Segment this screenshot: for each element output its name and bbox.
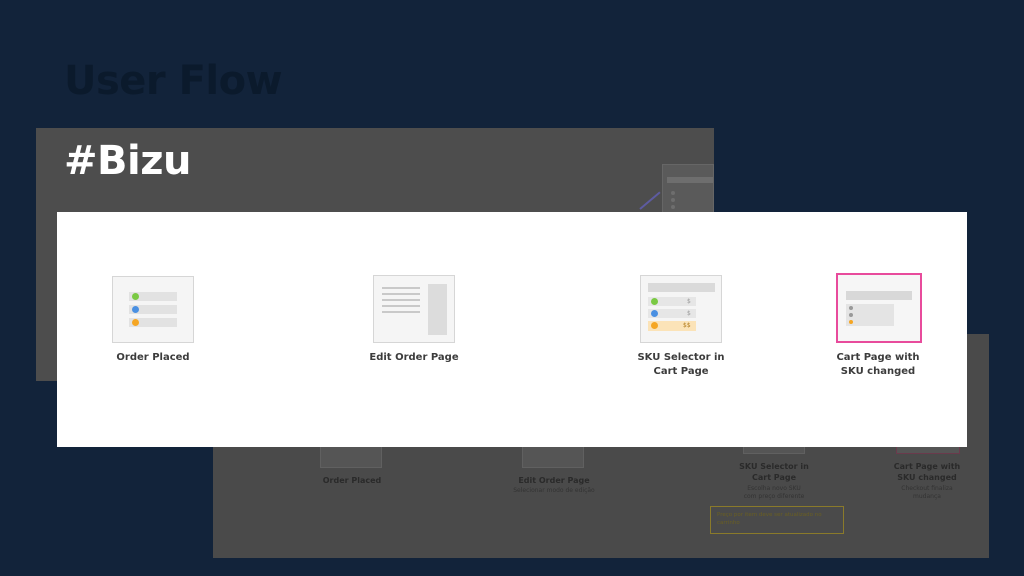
text-line xyxy=(382,287,420,289)
green-sku-dot xyxy=(651,298,658,305)
cart-items-block xyxy=(846,304,894,326)
back-note: Preço por item deve ser atualizado no ca… xyxy=(710,506,844,534)
header-bar xyxy=(846,291,912,300)
edit-order-label: Edit Order Page xyxy=(369,352,459,363)
mid-thumb-dot xyxy=(671,198,675,202)
hashtag-title: #Bizu xyxy=(64,138,191,184)
cart-page-changed-label: Cart Page with SKU changed xyxy=(836,352,920,377)
blue-sku-dot xyxy=(651,310,658,317)
sku-price: $ xyxy=(687,298,691,305)
text-line xyxy=(382,299,420,301)
flow-panel: Order Placed Edit Order Page $ $ $$ SKU … xyxy=(57,212,967,447)
order-placed-label: Order Placed xyxy=(116,352,190,363)
back-sub-edit-order: Selecionar modo de edição xyxy=(513,487,595,494)
back-label-edit-order: Edit Order Page xyxy=(518,476,590,485)
text-line xyxy=(382,305,420,307)
green-status-dot xyxy=(132,293,139,300)
side-panel xyxy=(428,284,447,335)
cart-page-changed-thumbnail xyxy=(836,273,922,343)
back-label-sku-selector: SKU Selector in Cart Page xyxy=(739,462,809,482)
sku-selector-thumbnail: $ $ $$ xyxy=(640,275,722,343)
sku-selector-label: SKU Selector in Cart Page xyxy=(637,352,725,377)
back-sub-cart-changed: Checkout finaliza mudança xyxy=(901,485,953,500)
header-bar xyxy=(648,283,715,292)
cart-item-dot-changed xyxy=(849,320,853,324)
mid-thumb-dot xyxy=(671,191,675,195)
slide-title: User Flow xyxy=(64,58,283,104)
sku-price: $ xyxy=(687,310,691,317)
mid-thumb-bar xyxy=(667,177,713,183)
orange-sku-dot xyxy=(651,322,658,329)
blue-status-dot xyxy=(132,306,139,313)
back-sub-sku-selector: Escolha novo SKU com preço diferente xyxy=(743,485,805,500)
sku-price-selected: $$ xyxy=(683,322,691,329)
cart-item-dot xyxy=(849,313,853,317)
orange-status-dot xyxy=(132,319,139,326)
cart-item-dot xyxy=(849,306,853,310)
order-placed-thumbnail xyxy=(112,276,194,343)
mid-thumb xyxy=(662,164,714,214)
back-label-order-placed: Order Placed xyxy=(322,476,382,485)
edit-order-thumbnail xyxy=(373,275,455,343)
text-line xyxy=(382,293,420,295)
back-label-cart-changed: Cart Page with SKU changed xyxy=(893,462,961,482)
mid-thumb-dot xyxy=(671,205,675,209)
text-line xyxy=(382,311,420,313)
